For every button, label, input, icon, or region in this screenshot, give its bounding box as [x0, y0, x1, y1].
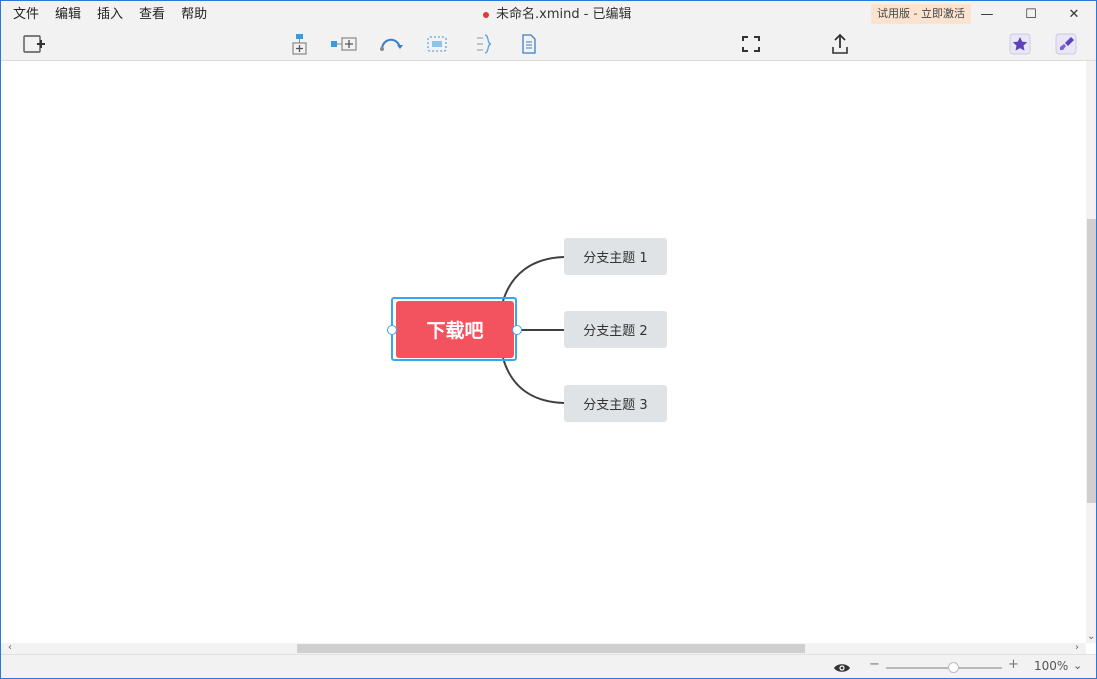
- toolbar: [1, 28, 1096, 61]
- fullscreen-icon[interactable]: [737, 31, 765, 57]
- trial-activate-button[interactable]: 试用版 - 立即激活: [871, 4, 971, 24]
- menu-bar: 文件 编辑 插入 查看 帮助: [5, 1, 215, 28]
- zoom-in-icon[interactable]: +: [1008, 657, 1019, 672]
- share-icon[interactable]: [826, 31, 854, 57]
- scroll-right-icon[interactable]: ›: [1075, 642, 1079, 653]
- summary-icon[interactable]: [470, 31, 498, 57]
- menu-view[interactable]: 查看: [131, 1, 173, 28]
- left-handle[interactable]: [387, 325, 397, 335]
- zoom-level[interactable]: 100%: [1034, 659, 1068, 673]
- minimize-button[interactable]: —: [965, 1, 1009, 28]
- connector-1: [502, 256, 565, 302]
- eye-icon[interactable]: [833, 660, 851, 678]
- branch-connectors: [502, 256, 565, 404]
- menu-file[interactable]: 文件: [5, 1, 47, 28]
- boundary-icon[interactable]: [423, 31, 451, 57]
- title-bar: 文件 编辑 插入 查看 帮助 未命名.xmind - 已编辑 试用版 - 立即激…: [1, 1, 1096, 28]
- menu-edit[interactable]: 编辑: [47, 1, 89, 28]
- connector-3: [502, 357, 565, 404]
- notes-icon[interactable]: [515, 31, 543, 57]
- vertical-scroll-thumb[interactable]: [1087, 219, 1096, 503]
- document-title-text: 未命名.xmind - 已编辑: [496, 7, 632, 22]
- maximize-button[interactable]: ☐: [1009, 1, 1053, 28]
- document-title: 未命名.xmind - 已编辑: [483, 1, 632, 28]
- branch-topic-3[interactable]: 分支主题 3: [564, 385, 667, 422]
- unsaved-dot-icon: [483, 11, 489, 18]
- zoom-out-icon[interactable]: −: [869, 657, 880, 672]
- format-icon[interactable]: [1052, 31, 1080, 57]
- right-handle[interactable]: [512, 325, 522, 335]
- horizontal-scroll-thumb[interactable]: [297, 644, 805, 653]
- central-topic[interactable]: 下载吧: [396, 301, 514, 358]
- zoom-slider-knob[interactable]: [948, 662, 959, 673]
- scroll-down-icon[interactable]: ⌄: [1087, 631, 1095, 642]
- marker-icon[interactable]: [1006, 31, 1034, 57]
- vertical-scrollbar[interactable]: ⌄: [1086, 61, 1096, 643]
- close-button[interactable]: ✕: [1052, 1, 1096, 28]
- branch-topic-1[interactable]: 分支主题 1: [564, 238, 667, 275]
- new-sheet-icon[interactable]: [20, 31, 48, 57]
- relationship-icon[interactable]: [377, 31, 405, 57]
- horizontal-scrollbar[interactable]: ‹ ›: [1, 642, 1086, 654]
- branch-topic-2[interactable]: 分支主题 2: [564, 311, 667, 348]
- mind-map-canvas[interactable]: [1, 61, 1086, 643]
- menu-help[interactable]: 帮助: [173, 1, 215, 28]
- scroll-left-icon[interactable]: ‹: [8, 642, 12, 653]
- xmind-window: 文件 编辑 插入 查看 帮助 未命名.xmind - 已编辑 试用版 - 立即激…: [0, 0, 1097, 679]
- menu-insert[interactable]: 插入: [89, 1, 131, 28]
- status-bar: − + 100% ⌄: [1, 654, 1096, 678]
- topic-icon[interactable]: [330, 31, 358, 57]
- subtopic-icon[interactable]: [285, 31, 313, 57]
- zoom-slider[interactable]: [886, 662, 1002, 673]
- zoom-dropdown-icon[interactable]: ⌄: [1073, 659, 1082, 672]
